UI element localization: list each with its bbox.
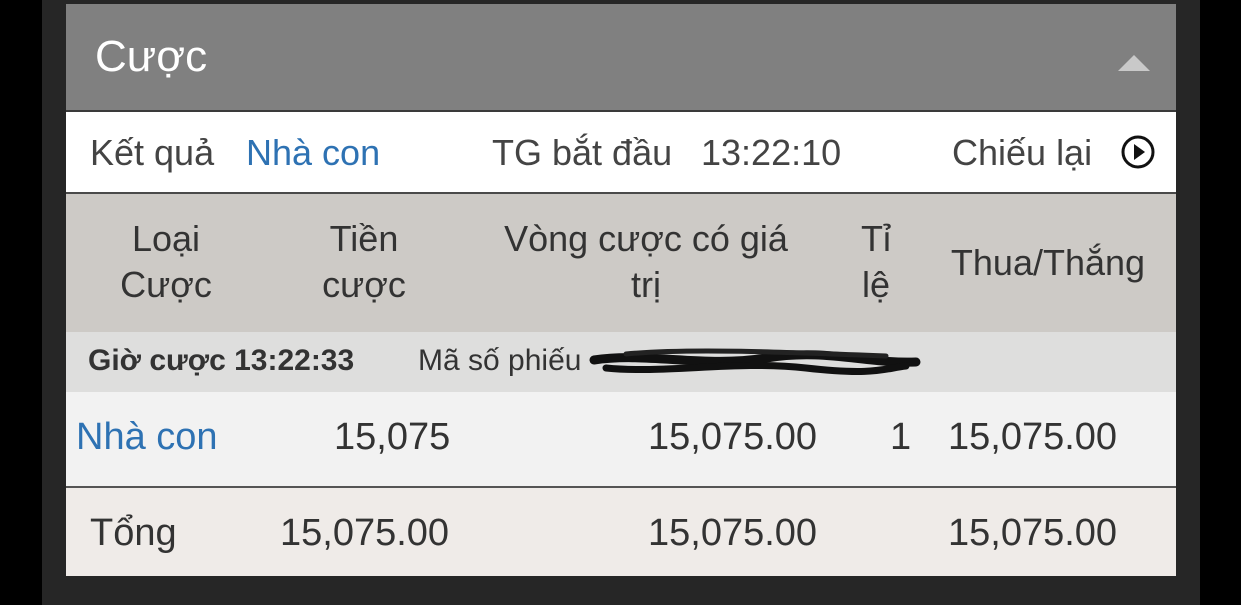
total-label: Tổng (90, 512, 177, 554)
panel-header[interactable]: Cược (66, 4, 1176, 112)
stake-value: 15,075 (334, 416, 451, 458)
total-valid-turnover-value: 15,075.00 (648, 512, 818, 554)
col-header-odds: Tỉ lệ (861, 218, 891, 305)
total-stake-value: 15,075.00 (280, 512, 450, 554)
replay-button[interactable]: Chiếu lại (952, 132, 1092, 174)
bet-subheader: Giờ cược 13:22:33 Mã số phiếu (66, 332, 1176, 392)
table-row: Nhà con 15,075 15,075.00 1 15,075.00 (66, 392, 1176, 488)
ticket-code-label: Mã số phiếu (418, 344, 582, 377)
bet-type-link[interactable]: Nhà con (76, 416, 218, 459)
odds-value: 1 (890, 416, 912, 458)
bet-panel: Cược Kết quả Nhà con TG bắt đầu 13:22:10… (66, 4, 1176, 576)
triangle-up-icon[interactable] (1118, 55, 1150, 71)
col-header-valid-turnover: Vòng cược có giá trị (504, 218, 788, 305)
table-header: Loại Cược Tiền cược Vòng cược có giá trị Tỉ… (66, 194, 1176, 332)
col-header-win-loss: Thua/Thắng (950, 242, 1146, 283)
start-time-value: 13:22:10 (701, 132, 842, 173)
total-win-loss-value: 15,075.00 (948, 512, 1118, 554)
win-loss-value: 15,075.00 (948, 416, 1118, 458)
col-header-bet-type: Loại Cược (120, 218, 212, 305)
valid-turnover-value: 15,075.00 (648, 416, 818, 458)
redaction-scribble (589, 348, 921, 375)
result-label: Kết quả (90, 132, 215, 173)
panel-title: Cược (95, 32, 208, 81)
info-row: Kết quả Nhà con TG bắt đầu 13:22:10 Chiế… (66, 112, 1176, 194)
col-header-stake: Tiền cược (322, 218, 406, 305)
result-value-link[interactable]: Nhà con (246, 132, 380, 174)
bet-time: Giờ cược 13:22:33 (88, 344, 355, 377)
play-circle-icon[interactable] (1121, 135, 1155, 169)
total-row: Tổng 15,075.00 15,075.00 15,075.00 (66, 488, 1176, 576)
start-time-label: TG bắt đầu (492, 132, 673, 173)
